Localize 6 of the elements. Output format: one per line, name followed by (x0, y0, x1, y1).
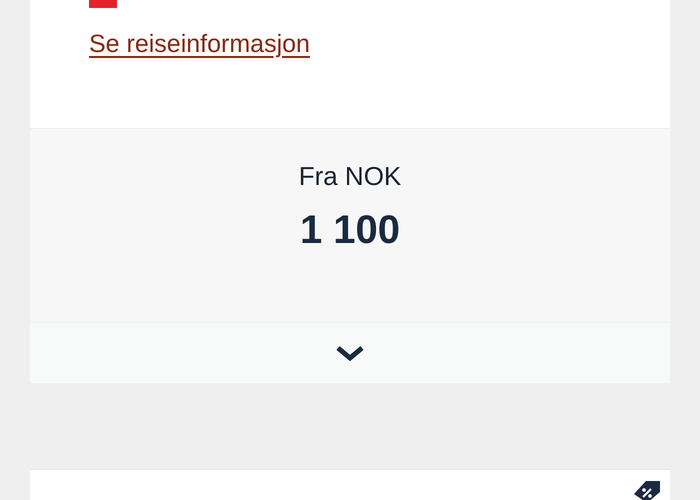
marker-icon (89, 0, 117, 8)
chevron-down-icon (335, 343, 365, 363)
price-amount: 1 100 (300, 208, 400, 253)
expand-button[interactable] (30, 322, 670, 383)
price-prefix: Fra NOK (298, 161, 402, 192)
travel-info-link[interactable]: Se reiseinformasjon (89, 30, 310, 59)
